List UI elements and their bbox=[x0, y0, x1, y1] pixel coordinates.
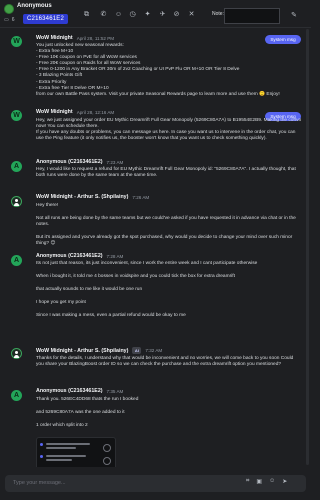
message-body: Thanks for the details, I understand why… bbox=[36, 356, 294, 368]
ban-icon[interactable]: ⊘ bbox=[172, 10, 181, 19]
message-header: Anonymous (C2163461E2) 7:28 AM bbox=[36, 253, 123, 259]
author-name: Anonymous (C2163461E2) bbox=[36, 159, 103, 165]
clock-icon[interactable]: ◷ bbox=[128, 10, 137, 19]
timestamp: 7:23 AM bbox=[106, 159, 124, 165]
timestamp: April 28, 12:16 AM bbox=[76, 109, 115, 115]
message-body: Hey, we just assigned your order EU Myth… bbox=[36, 118, 302, 142]
ai-badge: AI bbox=[132, 347, 142, 354]
attachment-dot-icon bbox=[40, 443, 43, 446]
message-body: Hey, I would like to request a refund fo… bbox=[36, 167, 296, 179]
pin-icon[interactable]: ✈ bbox=[158, 10, 167, 19]
timestamp: 7:26 AM bbox=[132, 194, 150, 200]
message-body: Thank you. 526EC4DD68 thats the run I bo… bbox=[36, 397, 139, 429]
message-body: You just unlocked new seasonal rewards: … bbox=[36, 43, 280, 97]
window-icon: ▭ bbox=[4, 17, 9, 23]
phone-icon[interactable]: ✆ bbox=[99, 10, 108, 19]
emoji-icon[interactable]: ☺ bbox=[114, 10, 123, 19]
chat-header: Anonymous ▭ 6 C2163461E2 ⧉ ✆ ☺ ◷ ✦ ✈ ⊘ ✕… bbox=[0, 0, 311, 28]
feed-scrollbar[interactable] bbox=[306, 29, 309, 465]
copy-icon[interactable]: ⧉ bbox=[82, 10, 91, 19]
user-id-chip[interactable]: C2163461E2 bbox=[23, 14, 69, 24]
attachment-line bbox=[46, 443, 90, 445]
anon-avatar: A bbox=[11, 161, 22, 172]
anon-avatar: A bbox=[11, 255, 22, 266]
author-name: WoW Midnight - Arthur S. (Shpilainy) bbox=[36, 347, 129, 354]
agent-avatar bbox=[11, 196, 22, 207]
wow-avatar: W bbox=[11, 110, 22, 121]
eye-icon[interactable] bbox=[103, 444, 111, 452]
message-header: WoW Midnight April 28, 12:16 AM bbox=[36, 109, 114, 115]
author-name: Anonymous (C2163461E2) bbox=[36, 253, 103, 259]
gif-icon[interactable]: ▣ bbox=[256, 478, 262, 485]
attachment-line bbox=[46, 455, 86, 457]
anon-avatar: A bbox=[11, 390, 22, 401]
download-icon[interactable] bbox=[103, 457, 111, 465]
author-name: WoW Midnight bbox=[36, 35, 73, 41]
note-input[interactable] bbox=[224, 8, 280, 24]
user-name: Anonymous bbox=[17, 3, 52, 9]
timestamp: April 28, 11:52 PM bbox=[76, 35, 115, 41]
message-header: WoW Midnight - Arthur S. (Shpilainy) 7:2… bbox=[36, 194, 149, 200]
timestamp: 7:28 AM bbox=[106, 253, 124, 259]
agent-avatar bbox=[11, 348, 22, 359]
attach-icon[interactable]: ⌗ bbox=[246, 478, 249, 485]
message-header: WoW Midnight April 28, 11:52 PM bbox=[36, 35, 114, 41]
timestamp: 7:35 AM bbox=[106, 388, 124, 394]
status-count: ▭ 6 bbox=[4, 17, 15, 23]
author-name: WoW Midnight - Arthur S. (Shpilainy) bbox=[36, 194, 129, 200]
message-body: Hey there! Not all runs are being done b… bbox=[36, 203, 296, 247]
composer: Type your message... ⌗ ▣ ☺ ➤ bbox=[0, 467, 311, 500]
wow-avatar: W bbox=[11, 36, 22, 47]
user-avatar bbox=[4, 4, 14, 14]
message-placeholder: Type your message... bbox=[13, 480, 66, 486]
message-body: Its not just that reason, its just incon… bbox=[36, 261, 258, 319]
message-header: Anonymous (C2163461E2) 7:35 AM bbox=[36, 388, 123, 394]
message-header: Anonymous (C2163461E2) 7:23 AM bbox=[36, 159, 123, 165]
note-label: Note: bbox=[212, 11, 224, 17]
attachment-dot-icon bbox=[40, 455, 43, 458]
attachment-line bbox=[46, 459, 72, 461]
pencil-icon[interactable]: ✎ bbox=[289, 11, 299, 21]
gift-icon[interactable]: ✦ bbox=[143, 10, 152, 19]
emoji-icon[interactable]: ☺ bbox=[269, 478, 275, 485]
author-name: WoW Midnight bbox=[36, 109, 73, 115]
close-icon[interactable]: ✕ bbox=[187, 10, 196, 19]
composer-icons: ⌗ ▣ ☺ ➤ bbox=[246, 478, 287, 485]
timestamp: 7:32 AM bbox=[145, 348, 163, 353]
attachment-line bbox=[46, 447, 76, 449]
send-icon[interactable]: ➤ bbox=[282, 478, 287, 485]
author-name: Anonymous (C2163461E2) bbox=[36, 388, 103, 394]
message-header: WoW Midnight - Arthur S. (Shpilainy) AI … bbox=[36, 347, 162, 354]
